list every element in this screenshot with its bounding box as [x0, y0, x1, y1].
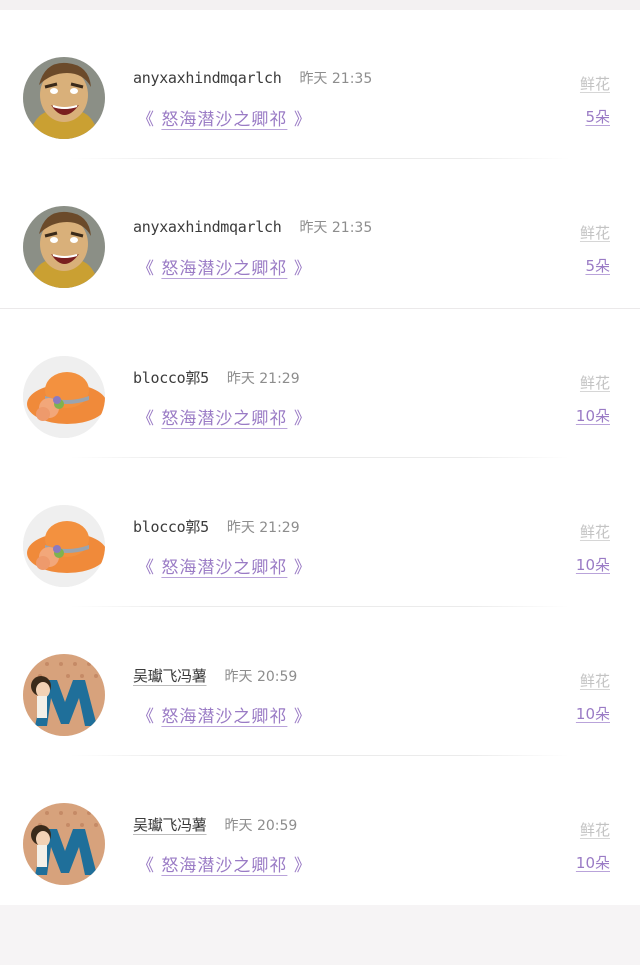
book-open-bracket: 《	[137, 558, 155, 578]
bottom-area	[0, 905, 640, 965]
orange-hat-icon	[23, 356, 105, 438]
flower-count: 10朵	[575, 854, 610, 872]
item-meta: 吴瓛飞冯薯 昨天 20:59	[133, 665, 297, 689]
username[interactable]: 吴瓛飞冯薯	[133, 814, 207, 835]
timestamp: 昨天 20:59	[224, 669, 298, 685]
avatar[interactable]	[23, 356, 105, 438]
list-item[interactable]: 吴瓛飞冯薯 昨天 20:59 《 怒海潜沙之卿祁 》 鲜花 10朵	[0, 756, 640, 905]
flower-label: 鲜花	[579, 821, 610, 839]
flower-count: 10朵	[575, 407, 610, 425]
flower-count: 5朵	[585, 108, 610, 126]
avatar[interactable]	[23, 505, 105, 587]
book-link[interactable]: 《 怒海潜沙之卿祁 》	[137, 404, 312, 429]
book-open-bracket: 《	[137, 409, 155, 429]
book-close-bracket: 》	[293, 856, 312, 876]
book-title[interactable]: 怒海潜沙之卿祁	[161, 409, 287, 429]
top-bar	[0, 0, 640, 10]
username[interactable]: 吴瓛飞冯薯	[133, 665, 207, 686]
flower-label: 鲜花	[579, 374, 610, 392]
avatar[interactable]	[23, 803, 105, 885]
timestamp: 昨天 20:59	[224, 818, 298, 834]
username[interactable]: blocco郭5	[133, 367, 209, 388]
username[interactable]: anyxaxhindmqarlch	[133, 218, 282, 236]
book-title[interactable]: 怒海潜沙之卿祁	[161, 110, 287, 130]
list-item[interactable]: blocco郭5 昨天 21:29 《 怒海潜沙之卿祁 》 鲜花 10朵	[0, 458, 640, 607]
flower-gift-list: anyxaxhindmqarlch 昨天 21:35 《 怒海潜沙之卿祁 》 鲜…	[0, 10, 640, 905]
list-item[interactable]: anyxaxhindmqarlch 昨天 21:35 《 怒海潜沙之卿祁 》 鲜…	[0, 10, 640, 159]
book-close-bracket: 》	[293, 259, 312, 279]
timestamp: 昨天 21:35	[299, 71, 373, 87]
book-title[interactable]: 怒海潜沙之卿祁	[161, 259, 287, 279]
book-link[interactable]: 《 怒海潜沙之卿祁 》	[137, 254, 312, 279]
flower-label: 鲜花	[579, 523, 610, 541]
avatar[interactable]	[23, 57, 105, 139]
item-meta: blocco郭5 昨天 21:29	[133, 516, 300, 540]
flower-label: 鲜花	[579, 672, 610, 690]
book-link[interactable]: 《 怒海潜沙之卿祁 》	[137, 702, 312, 727]
letter-m-girl-icon	[23, 654, 105, 736]
book-link[interactable]: 《 怒海潜沙之卿祁 》	[137, 851, 312, 876]
list-item[interactable]: 吴瓛飞冯薯 昨天 20:59 《 怒海潜沙之卿祁 》 鲜花 10朵	[0, 607, 640, 756]
avatar[interactable]	[23, 654, 105, 736]
avatar[interactable]	[23, 206, 105, 288]
book-open-bracket: 《	[137, 110, 155, 130]
item-meta: anyxaxhindmqarlch 昨天 21:35	[133, 68, 372, 92]
flower-count: 10朵	[575, 556, 610, 574]
book-close-bracket: 》	[293, 409, 312, 429]
item-meta: 吴瓛飞冯薯 昨天 20:59	[133, 814, 297, 838]
username[interactable]: anyxaxhindmqarlch	[133, 69, 282, 87]
flower-label: 鲜花	[579, 224, 610, 242]
list-item[interactable]: blocco郭5 昨天 21:29 《 怒海潜沙之卿祁 》 鲜花 10朵	[0, 309, 640, 458]
book-open-bracket: 《	[137, 856, 155, 876]
timestamp: 昨天 21:29	[226, 371, 300, 387]
book-title[interactable]: 怒海潜沙之卿祁	[161, 707, 287, 727]
book-open-bracket: 《	[137, 707, 155, 727]
letter-m-girl-icon	[23, 803, 105, 885]
username[interactable]: blocco郭5	[133, 516, 209, 537]
cartoon-face-icon	[23, 206, 105, 288]
timestamp: 昨天 21:29	[226, 520, 300, 536]
book-close-bracket: 》	[293, 707, 312, 727]
flower-count: 10朵	[575, 705, 610, 723]
item-meta: blocco郭5 昨天 21:29	[133, 367, 300, 391]
list-item[interactable]: anyxaxhindmqarlch 昨天 21:35 《 怒海潜沙之卿祁 》 鲜…	[0, 159, 640, 309]
book-close-bracket: 》	[293, 558, 312, 578]
book-link[interactable]: 《 怒海潜沙之卿祁 》	[137, 105, 312, 130]
timestamp: 昨天 21:35	[299, 220, 373, 236]
book-link[interactable]: 《 怒海潜沙之卿祁 》	[137, 553, 312, 578]
item-meta: anyxaxhindmqarlch 昨天 21:35	[133, 217, 372, 241]
flower-count: 5朵	[585, 257, 610, 275]
flower-label: 鲜花	[579, 75, 610, 93]
book-title[interactable]: 怒海潜沙之卿祁	[161, 856, 287, 876]
book-title[interactable]: 怒海潜沙之卿祁	[161, 558, 287, 578]
orange-hat-icon	[23, 505, 105, 587]
book-open-bracket: 《	[137, 259, 155, 279]
cartoon-face-icon	[23, 57, 105, 139]
book-close-bracket: 》	[293, 110, 312, 130]
